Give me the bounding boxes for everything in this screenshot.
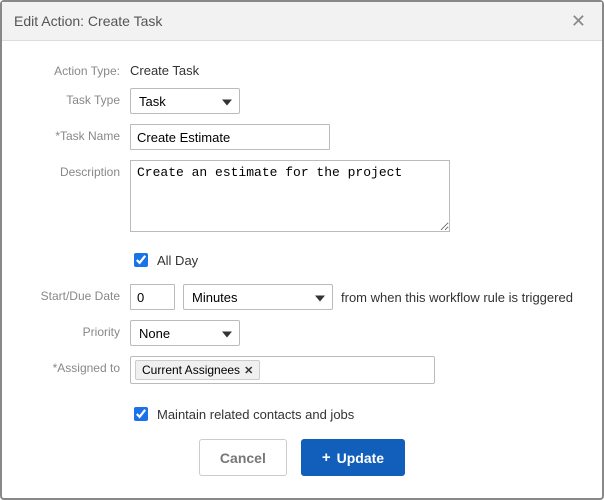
close-icon[interactable]: ✕ — [567, 10, 590, 32]
label-task-type: Task Type — [30, 88, 130, 107]
modal-header: Edit Action: Create Task ✕ — [2, 2, 602, 41]
modal-title: Edit Action: Create Task — [14, 13, 162, 29]
all-day-label: All Day — [157, 253, 198, 268]
assignee-tag: Current Assignees ✕ — [135, 360, 260, 380]
update-button[interactable]: + Update — [301, 439, 405, 476]
start-suffix-text: from when this workflow rule is triggere… — [341, 290, 573, 305]
cancel-button[interactable]: Cancel — [199, 439, 287, 476]
description-textarea[interactable] — [130, 160, 450, 232]
modal-body: Action Type: Create Task Task Type Task … — [2, 41, 602, 423]
priority-select[interactable]: None — [130, 320, 240, 346]
label-description: Description — [30, 160, 130, 179]
edit-action-modal: Edit Action: Create Task ✕ Action Type: … — [0, 0, 604, 500]
value-action-type: Create Task — [130, 59, 199, 78]
task-name-input[interactable] — [130, 124, 330, 150]
label-action-type: Action Type: — [30, 59, 130, 78]
maintain-contacts-checkbox[interactable] — [134, 407, 148, 421]
task-type-select[interactable]: Task — [130, 88, 240, 114]
all-day-checkbox[interactable] — [134, 253, 148, 267]
modal-footer: Cancel + Update — [2, 423, 602, 498]
assigned-to-input[interactable]: Current Assignees ✕ — [130, 356, 435, 384]
start-unit-select[interactable]: Minutes — [183, 284, 333, 310]
plus-icon: + — [322, 449, 331, 466]
label-task-name: *Task Name — [30, 124, 130, 143]
label-start-due: Start/Due Date — [30, 284, 130, 303]
label-assigned-to: *Assigned to — [30, 356, 130, 375]
label-priority: Priority — [30, 320, 130, 339]
start-offset-input[interactable] — [130, 284, 175, 310]
remove-tag-icon[interactable]: ✕ — [244, 364, 253, 377]
maintain-contacts-label: Maintain related contacts and jobs — [157, 407, 354, 422]
